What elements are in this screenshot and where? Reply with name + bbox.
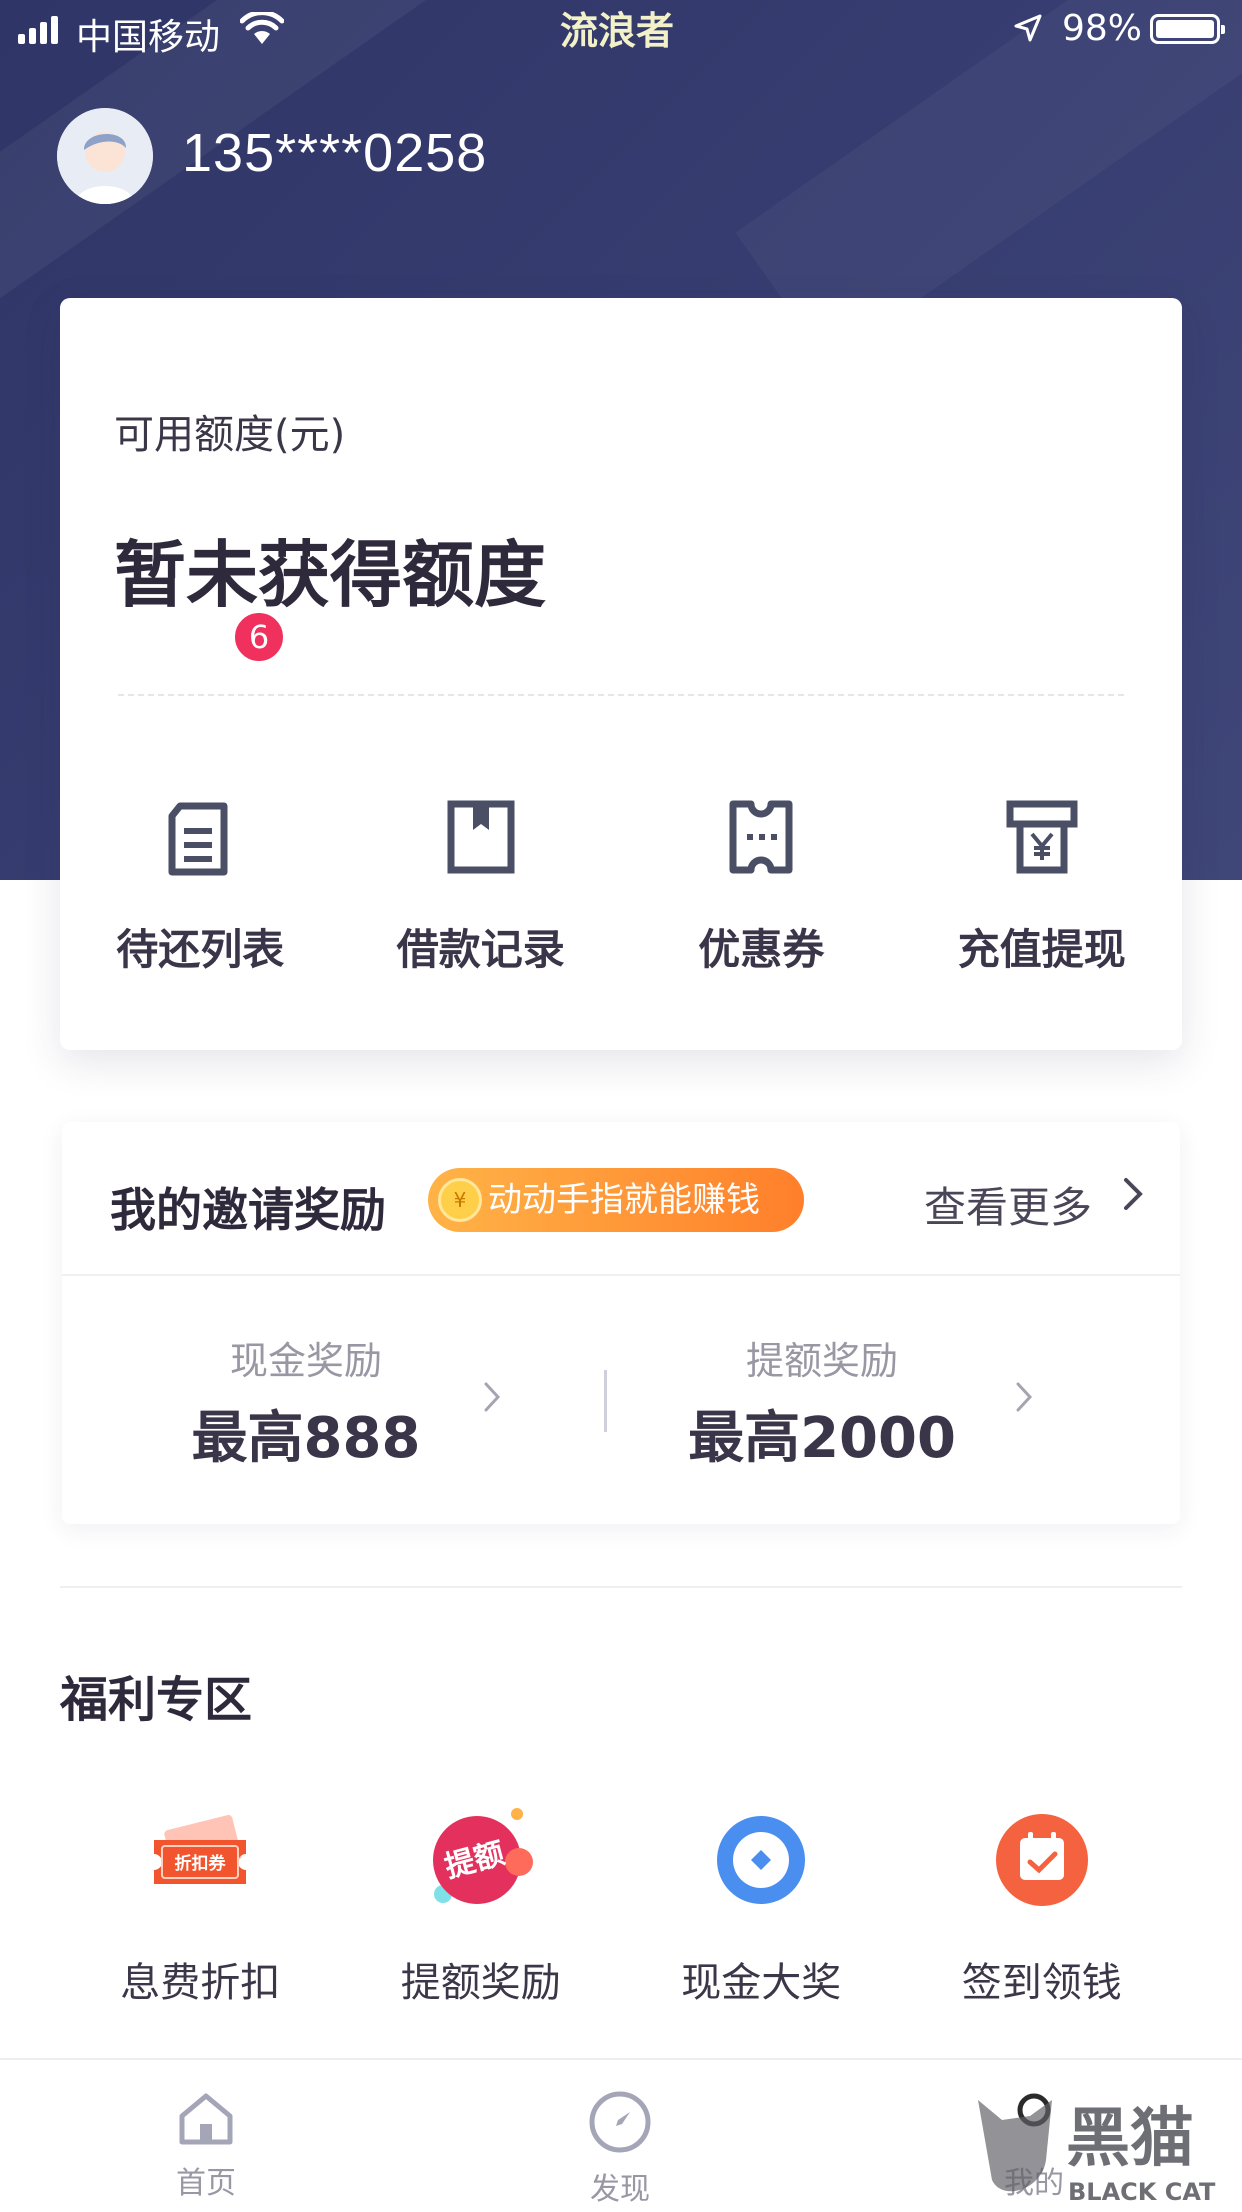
- invite-title: 我的邀请奖励: [110, 1183, 386, 1237]
- bill-list-icon: [168, 802, 228, 876]
- dashed-divider: [118, 694, 1124, 696]
- cash-prize-icon: [717, 1816, 806, 1904]
- view-more-link[interactable]: 查看更多: [924, 1174, 1092, 1235]
- quota-reward[interactable]: 提额奖励 最高2000: [672, 1330, 972, 1474]
- action-coupon[interactable]: 优惠券: [621, 758, 902, 998]
- quota-label: 可用额度(元): [114, 412, 346, 458]
- black-cat-watermark: 黑猫 BLACK CAT: [972, 2090, 1242, 2208]
- action-recharge-withdraw[interactable]: 充值提现: [902, 758, 1183, 998]
- carrier-name: 中国移动: [76, 17, 221, 58]
- battery-percent: 98%: [1062, 8, 1143, 49]
- cash-reward-value: 最高888: [191, 1406, 421, 1471]
- action-loan-record[interactable]: 借款记录: [341, 758, 622, 998]
- welfare-label: 签到领钱: [961, 1960, 1122, 2006]
- chevron-right-icon[interactable]: [482, 1380, 504, 1414]
- tab-discover[interactable]: 发现: [540, 2090, 700, 2208]
- quota-value: 暂未获得额度: [114, 533, 547, 617]
- quota-reward-value: 最高2000: [688, 1406, 956, 1471]
- user-phone: 135****0258: [182, 123, 488, 183]
- coupon-ticket-icon: [729, 800, 793, 874]
- action-repay-list[interactable]: 待还列表: [60, 758, 341, 998]
- section-divider: [60, 1586, 1182, 1588]
- welfare-label: 现金大奖: [681, 1960, 842, 2006]
- avatar[interactable]: [57, 108, 153, 204]
- welfare-label: 息费折扣: [120, 1960, 281, 2006]
- home-icon: [179, 2093, 233, 2145]
- welfare-item-discount[interactable]: 折扣券 息费折扣: [60, 1800, 341, 2030]
- yuan-withdraw-icon: [1006, 800, 1078, 874]
- quota-reward-label: 提额奖励: [745, 1339, 898, 1383]
- cash-reward-label: 现金奖励: [229, 1339, 382, 1383]
- action-label: 优惠券: [698, 925, 825, 974]
- watermark-cn: 黑猫: [1066, 2102, 1194, 2176]
- wifi-icon: [240, 12, 284, 44]
- invite-reward-card: 我的邀请奖励 ¥ 动动手指就能赚钱 查看更多 现金奖励 最高888 提额奖励 最…: [62, 1122, 1180, 1524]
- status-bar: 中国移动 流浪者 98%: [0, 0, 1242, 62]
- welfare-label: 提额奖励: [400, 1960, 561, 2006]
- signal-icon: [18, 14, 58, 44]
- bookmark-record-icon: [447, 800, 515, 874]
- quota-actions: 待还列表 借款记录 优惠券 充值提现: [60, 758, 1182, 998]
- chevron-right-icon[interactable]: [1014, 1380, 1036, 1414]
- battery-icon: [1150, 14, 1225, 44]
- compass-icon: [589, 2091, 651, 2153]
- tab-label: 首页: [176, 2166, 236, 2201]
- status-time: 流浪者: [560, 9, 675, 53]
- welfare-item-raise[interactable]: 提额 提额奖励: [341, 1800, 622, 2030]
- quota-card: 可用额度(元) 暂未获得额度 待还列表 借款记录 优惠券 充值提现 6: [60, 298, 1182, 1050]
- tab-label: 发现: [590, 2172, 650, 2207]
- notification-badge: 6: [232, 610, 286, 664]
- watermark-en: BLACK CAT: [1068, 2178, 1216, 2206]
- action-label: 待还列表: [116, 925, 285, 974]
- discount-icon-text: 折扣券: [175, 1853, 227, 1874]
- divider: [62, 1274, 1180, 1276]
- welfare-title: 福利专区: [60, 1672, 253, 1728]
- discount-ticket-icon: 折扣券: [154, 1815, 247, 1884]
- tab-home[interactable]: 首页: [126, 2090, 286, 2202]
- earn-money-pill[interactable]: ¥ 动动手指就能赚钱: [428, 1168, 804, 1232]
- welfare-item-checkin[interactable]: 签到领钱: [902, 1800, 1183, 2030]
- black-cat-logo-icon: 黑猫 BLACK CAT: [978, 2100, 1216, 2206]
- vertical-divider: [604, 1370, 607, 1432]
- coin-icon: ¥: [438, 1178, 482, 1222]
- cash-reward[interactable]: 现金奖励 最高888: [156, 1330, 456, 1474]
- welfare-item-cash[interactable]: 现金大奖: [621, 1800, 902, 2030]
- calendar-checkin-icon: [995, 1814, 1088, 1906]
- action-label: 充值提现: [957, 925, 1126, 974]
- welfare-grid: 折扣券 息费折扣 提额 提额奖励 现金大奖 签到领钱: [60, 1800, 1182, 2030]
- chevron-right-icon[interactable]: [1122, 1176, 1146, 1212]
- action-label: 借款记录: [396, 925, 565, 974]
- user-avatar-icon: [57, 108, 153, 204]
- raise-quota-icon: 提额: [432, 1808, 533, 1904]
- location-arrow-icon: [1014, 14, 1042, 42]
- pill-label: 动动手指就能赚钱: [488, 1180, 760, 1220]
